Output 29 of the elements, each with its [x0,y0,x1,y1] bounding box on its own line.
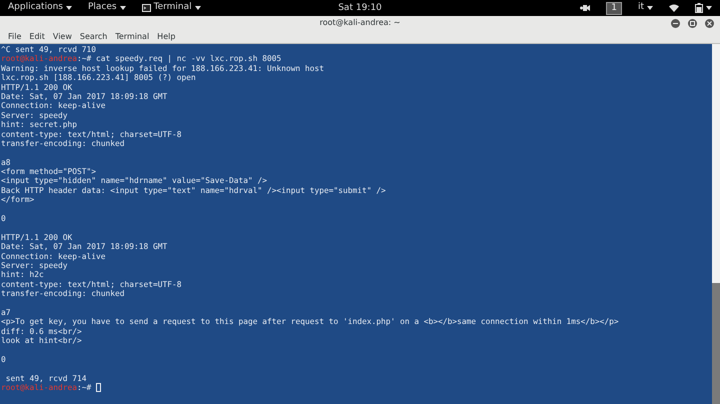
menu-item[interactable]: File [4,30,26,42]
caret-icon [647,6,653,10]
window-title: root@kali-andrea: ~ [320,17,400,29]
battery-menu[interactable] [695,3,712,13]
menu-item[interactable]: Help [153,30,180,42]
top-menu[interactable]: Places [88,1,126,15]
workspace-indicator[interactable]: 1 [606,2,622,14]
language-menu[interactable]: it [638,1,653,15]
maximize-button[interactable] [688,19,697,28]
scrollbar[interactable] [712,44,720,404]
close-button[interactable] [705,19,714,28]
video-icon[interactable] [580,4,590,12]
menu-item[interactable]: Terminal [111,30,154,42]
minimize-button[interactable] [671,19,680,28]
battery-icon [695,3,703,13]
caret-icon [706,6,712,10]
caret-icon [120,6,126,10]
top-menu[interactable]: Applications [8,1,72,15]
top-menu[interactable]: Terminal [142,1,201,15]
menu-item[interactable]: Search [76,30,112,42]
caret-icon [194,6,201,10]
menu-item[interactable]: Edit [25,30,49,42]
close-icon [705,19,714,28]
terminal-icon [142,4,151,12]
scrollbar-thumb[interactable] [712,283,720,404]
wifi-icon[interactable] [669,4,679,12]
caret-icon [66,6,72,10]
menu-item[interactable]: View [48,30,76,42]
clock: Sat 19:10 [338,2,382,15]
